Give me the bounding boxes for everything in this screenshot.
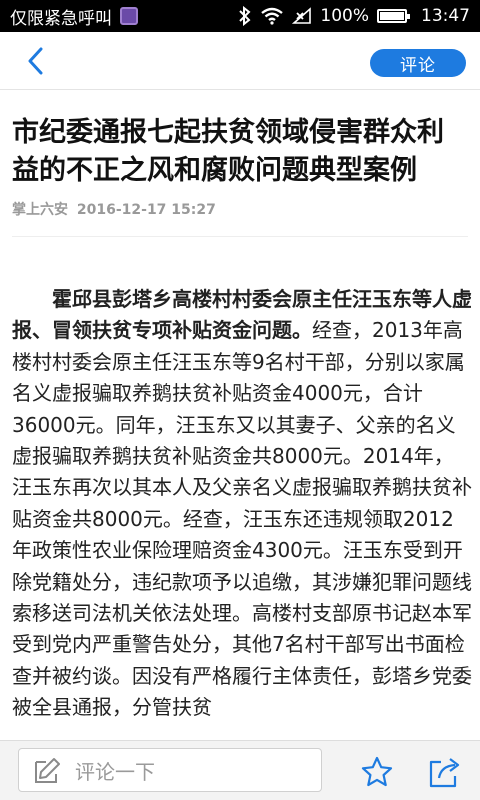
comment-placeholder: 评论一下 (75, 759, 155, 784)
article-datetime: 2016-12-17 15:27 (76, 202, 216, 218)
no-signal-icon (292, 7, 312, 24)
app-icon (120, 7, 138, 25)
article-source: 掌上六安 (12, 202, 68, 218)
article-title: 市纪委通报七起扶贫领域侵害群众利益的不正之风和腐败问题典型案例 (12, 117, 444, 186)
battery-percent: 100% (320, 6, 369, 26)
carrier-text: 仅限紧急呼叫 (10, 8, 112, 29)
star-icon (361, 756, 393, 787)
comment-button-label: 评论 (400, 55, 436, 76)
clock: 13:47 (421, 6, 470, 26)
wifi-icon (261, 7, 284, 25)
share-icon (429, 758, 460, 788)
back-button[interactable] (20, 46, 50, 76)
comment-input[interactable]: 评论一下 (18, 748, 322, 792)
divider (12, 236, 468, 237)
status-left: 仅限紧急呼叫 (10, 4, 138, 29)
chevron-left-icon (28, 47, 43, 75)
favorite-button[interactable] (360, 755, 394, 789)
article-body: 霍邱县彭塔乡高楼村村委会原主任汪玉东等人虚报、冒领扶贫专项补贴资金问题。经查，2… (12, 284, 472, 740)
comment-button[interactable]: 评论 (370, 49, 466, 77)
share-button[interactable] (427, 754, 463, 790)
battery-icon (377, 9, 410, 23)
bottom-bar: 评论一下 (0, 740, 480, 800)
article-meta: 掌上六安 2016-12-17 15:27 (12, 199, 216, 219)
bluetooth-icon (239, 6, 251, 26)
article-text: 经查，2013年高楼村村委会原主任汪玉东等9名村干部，分别以家属名义虚报骗取养鹅… (12, 318, 472, 720)
status-right: 100% 13:47 (238, 6, 470, 26)
status-bar: 仅限紧急呼叫 100% 13:47 (0, 0, 480, 32)
edit-icon (35, 758, 60, 783)
nav-bar: 评论 (0, 32, 480, 90)
